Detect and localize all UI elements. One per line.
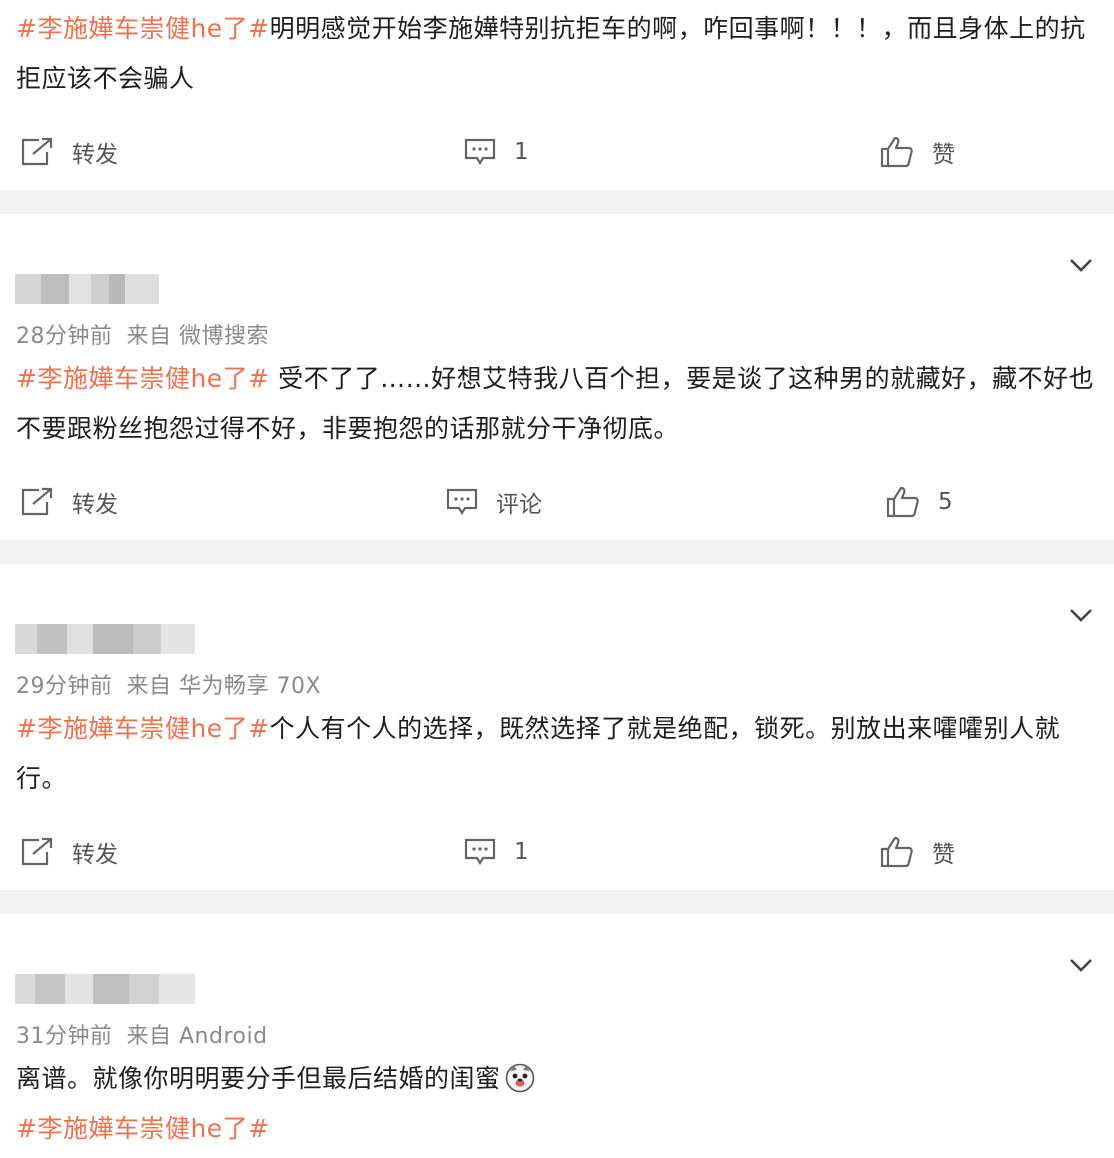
post-time: 31分钟前 [16, 1024, 113, 1049]
avatar[interactable] [15, 274, 159, 304]
repost-label: 转发 [72, 842, 118, 868]
avatar[interactable] [15, 974, 195, 1004]
post-meta: 31分钟前 来自 Android [16, 1018, 268, 1050]
thumbs-up-icon [880, 836, 913, 868]
action-bar: 转发 1 赞 [0, 132, 1114, 172]
action-bar: 转发 1 赞 [0, 832, 1114, 872]
action-bar: 转发 评论 5 [0, 482, 1114, 522]
like-label: 赞 [932, 842, 955, 868]
comment-count: 1 [514, 139, 529, 165]
comment-icon [464, 138, 496, 166]
post-card: 28分钟前 来自 微博搜索 #李施嬅车崇健he了# 受不了了……好想艾特我八百个担… [0, 214, 1114, 540]
hashtag-link[interactable]: #李施嬅车崇健he了# [16, 1114, 270, 1143]
repost-icon [21, 837, 53, 866]
post-card: 31分钟前 来自 Android 离谱。就像你明明要分手但最后结婚的闺蜜 #李施嬅… [0, 914, 1114, 1158]
doge-face-icon [505, 1063, 534, 1093]
repost-label: 转发 [72, 492, 118, 518]
repost-icon [21, 487, 53, 516]
thumbs-up-icon [886, 486, 919, 518]
post-separator [0, 190, 1114, 214]
post-source[interactable]: 来自 华为畅享 70X [127, 674, 322, 699]
post-meta: 28分钟前 来自 微博搜索 [16, 318, 269, 350]
repost-button[interactable]: 转发 [20, 132, 118, 172]
post-source[interactable]: 来自 微博搜索 [127, 324, 270, 349]
chevron-down-icon[interactable] [1066, 950, 1096, 980]
hashtag-link[interactable]: #李施嬅车崇健he了# [16, 14, 270, 43]
repost-label: 转发 [72, 142, 118, 168]
repost-button[interactable]: 转发 [20, 832, 118, 872]
post-content: #李施嬅车崇健he了# 受不了了……好想艾特我八百个担，要是谈了这种男的就藏好，… [16, 354, 1096, 454]
comment-button[interactable]: 1 [464, 832, 529, 872]
hashtag-link[interactable]: #李施嬅车崇健he了# [16, 714, 270, 743]
comment-button[interactable]: 1 [464, 132, 529, 172]
like-count: 5 [938, 489, 953, 515]
chevron-down-icon[interactable] [1066, 600, 1096, 630]
like-button[interactable]: 5 [886, 482, 953, 522]
thumbs-up-icon [880, 136, 913, 168]
post-separator [0, 540, 1114, 564]
comment-button[interactable]: 评论 [446, 482, 542, 522]
repost-icon [21, 137, 53, 166]
post-time: 29分钟前 [16, 674, 113, 699]
avatar[interactable] [15, 624, 195, 654]
comment-count: 1 [514, 839, 529, 865]
repost-button[interactable]: 转发 [20, 482, 118, 522]
post-card: #李施嬅车崇健he了#明明感觉开始李施嬅特别抗拒车的啊，咋回事啊！！！，而且身体… [0, 0, 1114, 190]
like-button[interactable]: 赞 [880, 132, 955, 172]
comment-icon [446, 488, 478, 516]
comment-icon [464, 838, 496, 866]
like-button[interactable]: 赞 [880, 832, 955, 872]
hashtag-link[interactable]: #李施嬅车崇健he了# [16, 364, 270, 393]
post-content: #李施嬅车崇健he了#明明感觉开始李施嬅特别抗拒车的啊，咋回事啊！！！，而且身体… [16, 4, 1096, 104]
like-label: 赞 [932, 142, 955, 168]
post-content: 离谱。就像你明明要分手但最后结婚的闺蜜 #李施嬅车崇健he了# [16, 1054, 1096, 1154]
post-text: 离谱。就像你明明要分手但最后结婚的闺蜜 [16, 1064, 501, 1093]
post-source[interactable]: 来自 Android [127, 1024, 268, 1049]
post-separator [0, 890, 1114, 914]
comment-label: 评论 [496, 492, 542, 518]
chevron-down-icon[interactable] [1066, 250, 1096, 280]
post-meta: 29分钟前 来自 华为畅享 70X [16, 668, 321, 700]
post-content: #李施嬅车崇健he了#个人有个人的选择，既然选择了就是绝配，锁死。别放出来嚯嚯别… [16, 704, 1096, 804]
post-time: 28分钟前 [16, 324, 113, 349]
post-card: 29分钟前 来自 华为畅享 70X #李施嬅车崇健he了#个人有个人的选择，既然选… [0, 564, 1114, 890]
